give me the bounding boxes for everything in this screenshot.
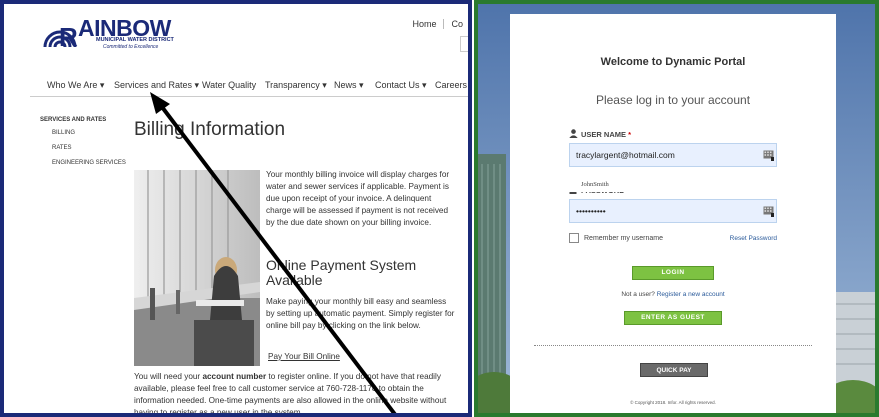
nav-who-we-are[interactable]: Who We Are ▾ [47,80,104,91]
autocomplete-suggestion[interactable]: JohnSmith [569,178,689,192]
remember-label: Remember my username [584,234,663,242]
account-text-before: You will need your [134,372,203,381]
side-nav-rates[interactable]: RATES [52,145,126,151]
password-field[interactable] [569,199,777,223]
username-input[interactable] [570,144,776,166]
divider [534,345,812,346]
register-prompt: Not a user? Register a new account [510,291,836,298]
password-input[interactable] [570,200,776,222]
nav-careers[interactable]: Careers [435,80,467,90]
water-district-website: R AINBOW MUNICIPAL WATER DISTRICT Commit… [0,0,472,417]
pay-bill-online-link[interactable]: Pay Your Bill Online [268,352,340,361]
user-icon [569,129,578,138]
logo-subtitle: MUNICIPAL WATER DISTRICT [96,37,174,43]
online-payment-heading: Online Payment System Available [266,257,417,288]
billing-paragraph: Your monthly billing invoice will displa… [266,170,450,227]
copyright-text: © Copyright 2018. Infor. All rights rese… [630,400,716,405]
keyboard-icon[interactable] [763,206,774,217]
logo-tagline: Committed to Excellence [103,44,159,50]
side-nav: SERVICES AND RATES BILLING RATES ENGINEE… [40,117,126,175]
side-nav-billing[interactable]: BILLING [52,130,126,136]
side-nav-heading[interactable]: SERVICES AND RATES [40,117,126,123]
login-button[interactable]: LOGIN [632,266,714,280]
account-number-paragraph: You will need your account number to reg… [134,371,452,413]
billing-photo [134,170,260,366]
top-link-home[interactable]: Home [407,19,441,29]
dynamic-portal-login: Welcome to Dynamic Portal Please log in … [474,0,879,417]
remember-checkbox[interactable] [569,233,579,243]
nav-services-and-rates[interactable]: Services and Rates ▾ [114,80,199,91]
account-number-bold: account number [202,372,267,381]
nav-news[interactable]: News ▾ [334,80,364,91]
nav-water-quality[interactable]: Water Quality [202,80,256,90]
username-label: USER NAME * [569,129,631,139]
enter-as-guest-button[interactable]: ENTER AS GUEST [624,311,722,325]
top-search-box[interactable] [460,36,468,52]
svg-text:R: R [59,22,78,47]
required-star: * [628,130,632,139]
top-link-contact[interactable]: Co [446,19,468,29]
login-card: Welcome to Dynamic Portal Please log in … [510,14,836,413]
nav-transparency[interactable]: Transparency ▾ [265,80,327,91]
username-label-text: USER NAME [581,130,627,139]
welcome-heading: Welcome to Dynamic Portal [600,56,746,68]
quick-pay-button[interactable]: QUICK PAY [640,363,708,377]
nav-contact-us[interactable]: Contact Us ▾ [375,80,427,91]
rainbow-logo[interactable]: R AINBOW MUNICIPAL WATER DISTRICT Commit… [42,15,182,51]
rainbow-logo-icon: R [43,22,78,47]
register-link[interactable]: Register a new account [657,291,725,298]
side-nav-engineering[interactable]: ENGINEERING SERVICES [52,160,126,166]
reset-password-link[interactable]: Reset Password [730,235,777,242]
not-user-text: Not a user? [621,291,655,298]
main-nav: Who We Are ▾ Services and Rates ▾ Water … [30,75,468,97]
username-field[interactable] [569,143,777,167]
remember-username[interactable]: Remember my username [569,233,663,243]
top-links: Home Co [407,19,468,29]
page-title: Billing Information [134,119,286,140]
online-payment-paragraph: Make paying your monthly bill easy and s… [266,297,455,330]
login-subtitle: Please log in to your account [595,93,751,107]
keyboard-icon[interactable] [763,150,774,161]
